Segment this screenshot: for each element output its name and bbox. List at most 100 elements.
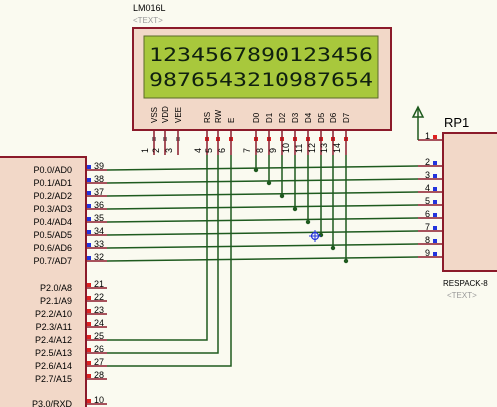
mcu-pin-indicator [87,348,91,352]
wire-junction [253,167,259,173]
mcu-pin-indicator [87,399,91,403]
lcd-component[interactable]: LM016L <TEXT> 1234567890123456 987654321… [132,3,392,155]
lcd-pin-label-d1: D1 [265,112,274,123]
wire-junction [305,219,311,225]
rp-pin-number: 8 [425,235,430,245]
mcu-pin-indicator [87,178,91,182]
respack-component[interactable]: RP1 RESPACK-8 <TEXT> 1 2 3 4 5 6 7 8 9 [418,115,497,300]
power-terminal[interactable] [411,105,425,140]
mcu-pin-indicator [87,361,91,365]
mcu-pin-number: 39 [94,161,104,171]
mcu-pin-indicator [87,374,91,378]
mcu-pin-indicator [87,256,91,260]
lcd-pin-number: 3 [164,148,174,153]
mcu-pin-label: P2.5/A13 [35,348,72,358]
lcd-pin-number: 2 [151,148,161,153]
rp-pin-number: 5 [425,196,430,206]
mcu-pin-number: 21 [94,279,104,289]
rp-pin-number: 1 [425,131,430,141]
mcu-pin-number: 38 [94,174,104,184]
lcd-pin-number: 5 [204,148,214,153]
mcu-pin-label: P0.5/AD5 [33,230,72,240]
rp-pins: 1 2 3 4 5 6 7 8 9 [418,131,443,258]
lcd-pin-label-d0: D0 [252,112,261,123]
lcd-line-1: 1234567890123456 [149,44,373,66]
mcu-pin-number: 28 [94,370,104,380]
lcd-pin-label-d3: D3 [291,112,300,123]
rp-part-label: RESPACK-8 [443,279,488,288]
mcu-pin-label: P0.6/AD6 [33,243,72,253]
mcu-pin-label: P2.4/A12 [35,335,72,345]
mcu-pin-number: 26 [94,344,104,354]
mcu-pin-number: 22 [94,292,104,302]
wire-junction [279,193,285,199]
lcd-line-2: 9876543210987654 [149,69,373,91]
lcd-pin-number: 11 [294,144,304,153]
mcu-pin-indicator [87,204,91,208]
rp-pin-number: 3 [425,170,430,180]
rp-pin-indicator [433,226,437,230]
lcd-pin-number: 1 [140,148,150,153]
mcu-pin-label: P3.0/RXD [32,399,73,407]
mcu-pin-label: P2.0/A8 [40,283,72,293]
lcd-pin-label-rw: RW [214,109,223,123]
lcd-pin-number: 14 [332,143,342,153]
lcd-pin-number: 6 [217,148,227,153]
mcu-pin-indicator [87,309,91,313]
wire-junction [292,206,298,212]
mcu-pin-label: P2.3/A11 [36,322,72,332]
mcu-pin-number: 24 [94,318,104,328]
lcd-pin-number: 8 [255,148,265,153]
mcu-pin-number: 36 [94,200,104,210]
mcu-pin-indicator [87,165,91,169]
rp-pin-number: 2 [425,157,430,167]
respack-body[interactable] [442,132,497,272]
mcu-pin-number: 33 [94,239,104,249]
wire [106,165,419,171]
rp-name-label: RP1 [444,115,469,130]
mcu-pin-label: P0.1/AD1 [33,178,72,188]
mcu-pin-label: P0.2/AD2 [33,191,72,201]
wire [107,155,219,354]
wire-junction [266,180,272,186]
rp-pin-number: 6 [425,209,430,219]
lcd-pin-label-rs: RS [203,112,212,123]
wire-junction [318,232,324,238]
mcu-pin-indicator [87,322,91,326]
rp-pin-indicator [433,135,437,139]
mcu-pin-indicator [87,230,91,234]
rp-pin-number: 7 [425,222,430,232]
mcu-pin-indicator [87,217,91,221]
schematic-canvas[interactable]: LM016L <TEXT> 1234567890123456 987654321… [0,0,497,407]
wire [106,256,419,262]
lcd-pin-label-vss: VSS [150,107,159,123]
lcd-pin-number: 12 [307,143,317,153]
mcu-component[interactable]: P0.0/AD0 39 P0.1/AD1 38 P0.2/AD2 37 P0.3/AD3 36… [0,156,107,407]
rp-pin-indicator [433,252,437,256]
rp-pin-indicator [433,174,437,178]
mcu-pin-label: P2.7/A15 [35,374,72,384]
mcu-pin-indicator [87,335,91,339]
mcu-pin-indicator [87,243,91,247]
wire-junction [343,258,349,264]
mcu-pin-indicator [87,296,91,300]
mcu-pin-number: 35 [94,213,104,223]
mcu-pin-label: P2.1/A9 [40,296,72,306]
mcu-pin-label: P0.0/AD0 [33,165,72,175]
lcd-text-label: <TEXT> [133,16,163,25]
wire [106,243,419,249]
rp-pin-indicator [433,187,437,191]
mcu-pin-label: P2.2/A10 [35,309,72,319]
lcd-pin-number: 10 [281,143,291,153]
mcu-pin-indicator [87,191,91,195]
mcu-pin-number: 10 [94,395,104,405]
wire-junction [330,245,336,251]
lcd-pin-number: 9 [268,148,278,153]
mcu-pin-indicator [87,283,91,287]
lcd-pin-number: 4 [193,148,203,153]
wire [106,191,419,197]
wire [106,217,419,223]
wire [106,178,419,184]
mcu-pin-label: P0.3/AD3 [33,204,72,214]
mcu-pin-number: 23 [94,305,104,315]
